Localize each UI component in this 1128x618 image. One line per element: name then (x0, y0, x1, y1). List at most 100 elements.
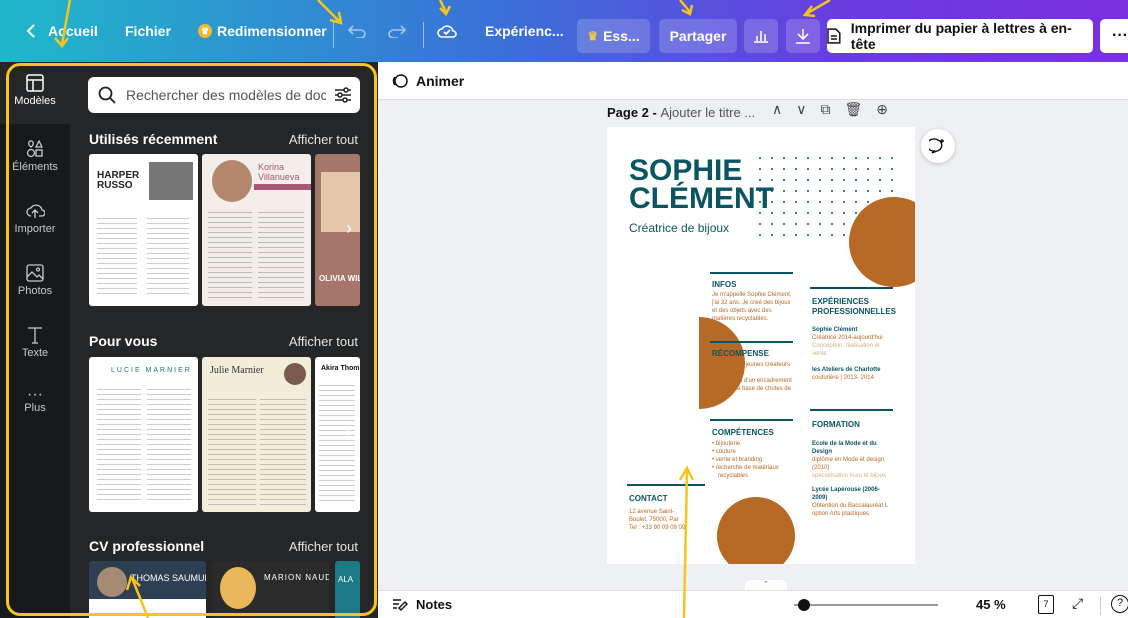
zoom-level[interactable]: 45 % (976, 597, 1006, 612)
thumb-title: HARPER RUSSO (97, 170, 140, 191)
text-line: spécialisation tissu et bijoux (812, 473, 887, 479)
contact-text[interactable]: 12 avenue Saint- Boulet, 75000, Par Tel … (629, 508, 685, 532)
delete-page-icon[interactable]: 🗑 (845, 101, 877, 117)
animate-button[interactable]: Animer (392, 73, 464, 89)
rail-label: Éléments (12, 161, 58, 173)
reward-text[interactable]: 1er Prix des jeunes créateurs de France … (712, 361, 792, 401)
thumb-text-lines (260, 395, 306, 505)
text-icon (28, 327, 42, 344)
undo-icon (348, 25, 366, 38)
rail-label: Texte (21, 347, 49, 359)
redo-button[interactable] (388, 0, 406, 62)
share-button[interactable]: Partager (659, 19, 737, 53)
skills-heading[interactable]: COMPÉTENCES (712, 428, 774, 437)
divider-line (710, 419, 793, 421)
rail-label: Photos (17, 285, 53, 297)
text-line: Obtention du Baccalauréat L (812, 503, 889, 509)
notes-button[interactable]: Notes (392, 597, 452, 612)
back-home-button[interactable]: Accueil (26, 0, 98, 62)
resize-button[interactable]: ♛ Redimensionner (198, 0, 327, 62)
infos-heading[interactable]: INFOS (712, 280, 736, 289)
help-icon[interactable]: ? (1111, 595, 1128, 613)
template-thumb-akira[interactable]: Akira Thom (315, 357, 360, 512)
rail-item-templates[interactable]: Modèles (0, 62, 70, 124)
skill-item: • couture (712, 449, 736, 455)
rail-item-photos[interactable]: Photos (0, 264, 70, 297)
text-line: couturière | 2013- 2014 (812, 375, 874, 381)
more-options-button[interactable]: ··· (1100, 19, 1128, 53)
template-thumb-marion[interactable]: MARION NAUDIN (212, 561, 329, 618)
thumb-text-lines (147, 214, 189, 294)
infos-text[interactable]: Je m'appelle Sophie Clément, j'ai 32 ans… (712, 291, 792, 323)
file-label: Fichier (125, 23, 171, 39)
page-title-input[interactable]: Ajouter le titre ... (660, 105, 755, 120)
divider-line (710, 272, 793, 274)
resume-last-name[interactable]: CLÉMENT (629, 184, 774, 214)
fullscreen-icon[interactable]: ⤢ (1072, 595, 1083, 612)
template-thumb-harper[interactable]: HARPER RUSSO (89, 154, 198, 306)
zoom-slider-handle[interactable] (798, 599, 810, 611)
filter-icon[interactable] (334, 87, 352, 103)
template-thumb-olivia[interactable]: OLIVIA WILSO (315, 154, 360, 306)
thumb-text-lines (147, 385, 191, 500)
add-comment-button[interactable] (921, 129, 955, 163)
text-line: Design (812, 449, 833, 455)
contact-heading[interactable]: CONTACT (629, 494, 668, 503)
experience-menu[interactable]: Expérienc... (485, 0, 564, 62)
formation-heading[interactable]: FORMATION (812, 420, 860, 429)
templates-icon (26, 74, 44, 92)
duplicate-page-icon[interactable]: ⧉ (821, 101, 845, 117)
move-down-icon[interactable]: ∨ (796, 101, 820, 117)
undo-button[interactable] (348, 0, 366, 62)
carousel-next-icon[interactable]: › (346, 218, 352, 239)
thumb-title: Julie Marnier (210, 365, 264, 376)
resume-role[interactable]: Créatrice de bijoux (629, 221, 729, 235)
template-thumb-lucie[interactable]: LUCIE MARNIER (89, 357, 198, 512)
add-page-icon[interactable]: ⊕ (876, 101, 902, 117)
experience-text[interactable]: Sophie Clément Créatrice 2014-aujourd'hu… (812, 326, 907, 382)
heading-line: PROFESSIONNELLES (812, 307, 897, 316)
formation-text[interactable]: Ecole de la Mode et du Design diplôme en… (812, 440, 907, 518)
text-line: Boulet, 75000, Par (629, 517, 679, 523)
heading-line: EXPÉRIENCES (812, 297, 869, 306)
see-all-recent-link[interactable]: Afficher tout (289, 132, 358, 147)
search-input[interactable]: Rechercher des modèles de docu (126, 87, 326, 103)
carousel-next-icon[interactable]: › (346, 422, 352, 443)
text-line: Conception, réalisation et (812, 343, 880, 349)
template-search-field[interactable]: Rechercher des modèles de docu (88, 77, 360, 113)
template-thumb-julie[interactable]: Julie Marnier (202, 357, 311, 512)
experience-heading[interactable]: EXPÉRIENCES PROFESSIONNELLES (812, 297, 896, 317)
rail-label: Modèles (14, 95, 56, 107)
template-thumb-korina[interactable]: Korina Villanueva (202, 154, 311, 306)
text-line: matières recyclables. (712, 316, 769, 322)
skills-list[interactable]: • bijouterie • couture • vente et brandi… (712, 440, 779, 480)
print-letterhead-button[interactable]: Imprimer du papier à lettres à en-tête (827, 19, 1093, 53)
download-button[interactable] (786, 19, 820, 53)
more-icon: ··· (27, 386, 43, 403)
resume-first-name[interactable]: SOPHIE (629, 156, 742, 186)
file-menu[interactable]: Fichier (125, 0, 171, 62)
see-all-professional-link[interactable]: Afficher tout (289, 539, 358, 554)
resume-page[interactable]: SOPHIE CLÉMENT Créatrice de bijoux INFOS… (607, 127, 915, 564)
template-thumb-thomas[interactable]: THOMAS SAUMUR (89, 561, 206, 618)
text-line: tissus. (712, 394, 730, 400)
try-pro-button[interactable]: ♛ Ess... (577, 19, 650, 53)
thumb-title: Akira Thom (321, 365, 360, 372)
rail-item-upload[interactable]: Importer (0, 202, 70, 235)
reward-heading[interactable]: RÉCOMPENSE (712, 349, 769, 358)
page-count-button[interactable]: 7 (1038, 595, 1054, 614)
see-all-for-you-link[interactable]: Afficher tout (289, 334, 358, 349)
zoom-slider[interactable] (794, 604, 938, 606)
template-thumb-ala[interactable]: ALA (335, 561, 360, 618)
insights-button[interactable] (744, 19, 778, 53)
move-up-icon[interactable]: ∧ (772, 101, 796, 117)
portrait-photo (149, 162, 193, 200)
rail-item-elements[interactable]: Éléments (0, 140, 70, 173)
thumb-title: Korina Villanueva (258, 162, 300, 182)
rail-item-more[interactable]: ··· Plus (0, 386, 70, 415)
rail-item-text[interactable]: Texte (0, 326, 70, 359)
thumb-title: LUCIE MARNIER (111, 367, 192, 374)
cloud-save-button[interactable] (437, 0, 457, 62)
thumb-text-lines (208, 395, 256, 505)
portrait-photo (220, 567, 256, 609)
